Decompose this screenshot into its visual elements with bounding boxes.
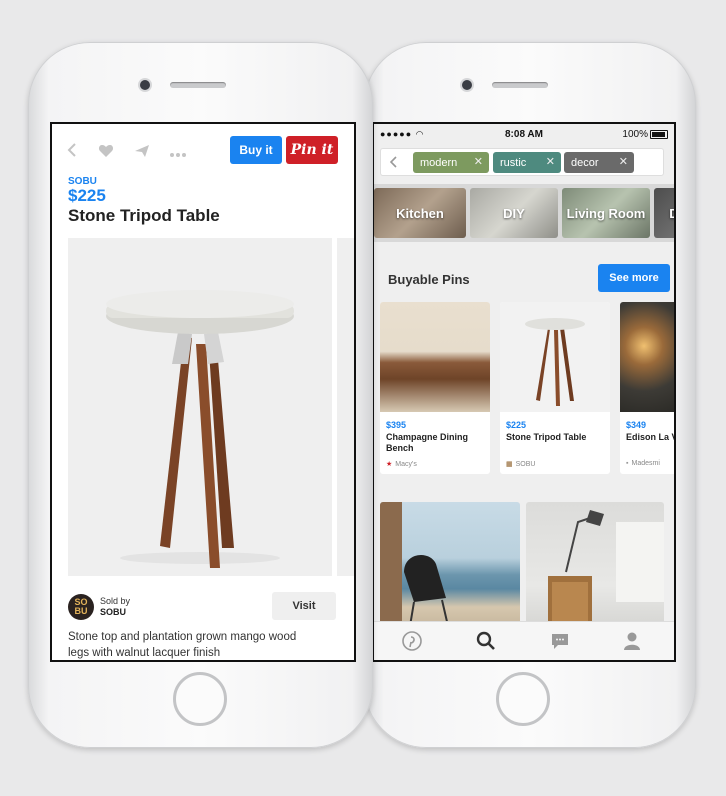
earpiece-speaker xyxy=(170,82,226,88)
pin-image xyxy=(620,302,674,412)
front-camera xyxy=(462,80,472,90)
product-title: Stone Tripod Table xyxy=(68,206,220,225)
earpiece-speaker xyxy=(492,82,548,88)
search-chip-modern[interactable]: modern ✕ xyxy=(413,152,489,173)
remove-chip-icon[interactable]: ✕ xyxy=(619,155,628,168)
pin-it-button[interactable]: Pin it xyxy=(286,136,338,164)
product-price: $225 xyxy=(68,186,106,205)
pin-title: Champagne Dining Bench xyxy=(386,432,469,453)
category-label: Living Room xyxy=(566,205,646,221)
pin-action-bar xyxy=(66,142,186,163)
pin-source-label: Macy's xyxy=(395,461,417,468)
remove-chip-icon[interactable]: ✕ xyxy=(474,155,483,168)
category-label: Kitchen xyxy=(396,205,444,221)
home-button[interactable] xyxy=(496,672,550,726)
section-title: Buyable Pins xyxy=(388,272,470,287)
product-description: Stone top and plantation grown mango woo… xyxy=(68,631,297,659)
seller-avatar[interactable]: SO BU xyxy=(68,594,94,620)
left-phone-frame: Buy it Pin it SOBU $225 Stone Tripod Tab… xyxy=(28,42,373,748)
product-detail-screen: Buy it Pin it SOBU $225 Stone Tripod Tab… xyxy=(50,122,356,662)
right-phone-frame: ●●●●● ◠ 8:08 AM 100% modern ✕ rustic ✕ dec… xyxy=(364,42,696,748)
front-camera xyxy=(140,80,150,90)
pin-image xyxy=(500,302,610,412)
guided-search-bar[interactable]: modern ✕ rustic ✕ decor ✕ xyxy=(380,148,664,176)
category-living-room[interactable]: Living Room xyxy=(562,188,650,238)
send-icon[interactable] xyxy=(134,143,150,163)
pin-price: $395 xyxy=(386,420,407,430)
messages-icon[interactable] xyxy=(548,630,572,652)
home-button[interactable] xyxy=(173,672,227,726)
buyable-pin-card[interactable]: $349 Edison La Vertical ▪Madesmi xyxy=(620,302,674,474)
battery-icon xyxy=(650,130,668,139)
sold-by-label: Sold by xyxy=(100,596,131,606)
search-icon[interactable] xyxy=(474,630,498,652)
pin-title: Edison La Vertical xyxy=(626,432,674,442)
category-carousel: Kitchen DIY Living Room D xyxy=(374,184,674,242)
more-icon[interactable] xyxy=(170,143,186,163)
profile-icon[interactable] xyxy=(620,630,644,652)
pin-source: ★ Macy's xyxy=(386,460,417,468)
next-image-peek[interactable] xyxy=(337,238,354,576)
pin-image xyxy=(380,302,490,412)
buyable-pin-card[interactable]: $395 Champagne Dining Bench ★ Macy's xyxy=(380,302,490,474)
search-chip-rustic[interactable]: rustic ✕ xyxy=(493,152,561,173)
chip-label: modern xyxy=(420,156,458,169)
see-more-button[interactable]: See more xyxy=(598,264,670,292)
search-results-screen: ●●●●● ◠ 8:08 AM 100% modern ✕ rustic ✕ dec… xyxy=(372,122,676,662)
chevron-left-icon[interactable] xyxy=(385,153,403,171)
pin-source: ▦ SOBU xyxy=(506,460,535,468)
battery-percentage: 100% xyxy=(622,129,648,140)
heart-icon[interactable] xyxy=(98,143,114,163)
star-icon: ★ xyxy=(386,461,393,468)
back-icon[interactable] xyxy=(66,142,78,163)
product-image[interactable] xyxy=(68,238,332,576)
buyable-pin-card[interactable]: $225 Stone Tripod Table ▦ SOBU xyxy=(500,302,610,474)
category-kitchen[interactable]: Kitchen xyxy=(374,188,466,238)
pin-price: $349 xyxy=(626,420,647,430)
pin-title: Stone Tripod Table xyxy=(506,432,587,442)
status-bar: ●●●●● ◠ 8:08 AM 100% xyxy=(374,124,674,144)
bottom-tab-bar xyxy=(374,621,674,660)
sobu-logo-icon: ▦ xyxy=(506,461,513,468)
pin-source-label: SOBU xyxy=(515,461,536,468)
pin-source: ▪ Madesmi xyxy=(626,460,660,467)
search-chip-decor[interactable]: decor ✕ xyxy=(564,152,634,173)
remove-chip-icon[interactable]: ✕ xyxy=(546,155,555,168)
pin-price: $225 xyxy=(506,420,527,430)
pinterest-logo-icon[interactable] xyxy=(400,630,424,652)
chip-label: decor xyxy=(571,156,599,169)
category-diy[interactable]: DIY xyxy=(470,188,558,238)
buy-it-button[interactable]: Buy it xyxy=(230,136,282,164)
tripod-table-illustration xyxy=(106,290,294,568)
store-icon: ▪ xyxy=(626,460,629,467)
category-label: DIY xyxy=(503,205,525,221)
category-next[interactable]: D xyxy=(654,188,674,238)
seller-name[interactable]: SOBU xyxy=(100,607,126,617)
visit-button[interactable]: Visit xyxy=(272,592,336,620)
category-label: D xyxy=(669,206,674,221)
chip-label: rustic xyxy=(500,156,527,169)
pin-source-label: Madesmi xyxy=(631,460,660,467)
